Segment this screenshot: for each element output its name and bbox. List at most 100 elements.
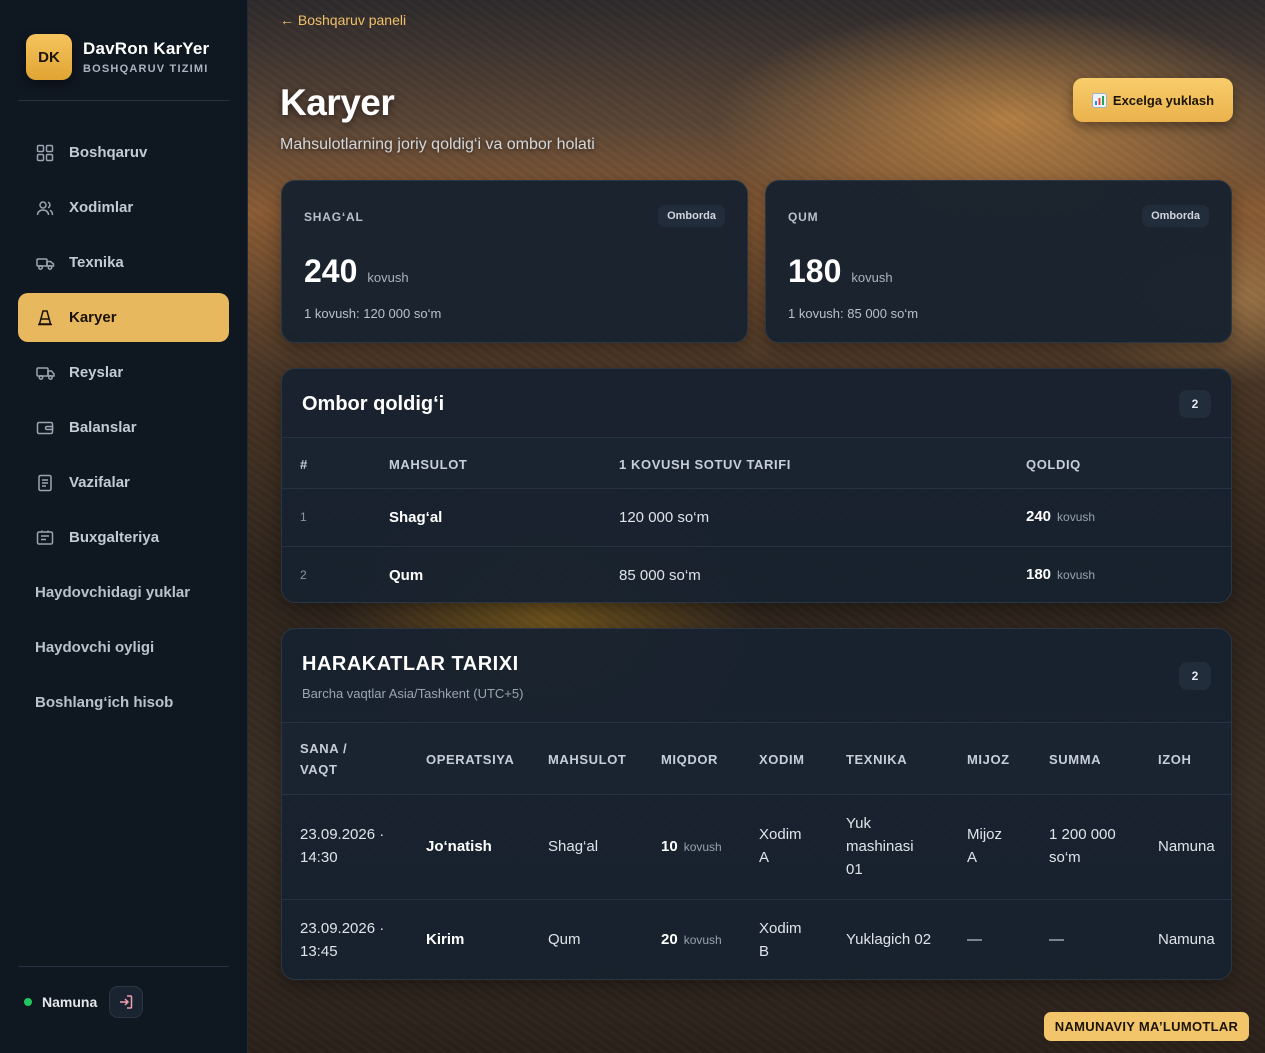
sidebar-item-boshlangich-hisob[interactable]: Boshlang‘ich hisob <box>18 678 229 727</box>
column-header-date: SANA / VAQT <box>300 738 347 780</box>
sidebar-item-haydovchidagi-yuklar[interactable]: Haydovchidagi yuklar <box>18 568 229 617</box>
employee-line: A <box>759 849 770 866</box>
sum-line: so‘m <box>1049 849 1081 866</box>
row-price: 85 000 so‘m <box>619 567 701 584</box>
table-row: 23.09.2026 · 14:30 Jo‘natish Shag‘al 10 ko… <box>282 795 1231 900</box>
sidebar-item-vazifalar[interactable]: Vazifalar <box>18 458 229 507</box>
row-client: — <box>967 931 982 948</box>
employee-line: B <box>759 943 770 960</box>
employee-line: Xodim <box>759 826 802 843</box>
time-text: 14:30 <box>300 849 338 866</box>
sidebar-item-texnika[interactable]: Texnika <box>18 238 229 287</box>
row-note: Namuna <box>1158 931 1215 948</box>
logout-icon <box>118 994 134 1010</box>
history-table-header: SANA / VAQT OPERATSIYA MAHSULOT MIQDOR XO… <box>282 722 1231 795</box>
stat-badge: Omborda <box>658 205 725 227</box>
history-count-badge: 2 <box>1179 662 1211 690</box>
sidebar-item-label: Balanslar <box>69 419 137 436</box>
table-row: 1 Shag‘al 120 000 so‘m 240 kovush <box>282 489 1231 547</box>
row-datetime: 23.09.2026 · 14:30 <box>300 823 384 869</box>
row-product: Qum <box>389 567 424 584</box>
truck-icon <box>35 253 55 273</box>
history-subtitle: Barcha vaqtlar Asia/Tashkent (UTC+5) <box>302 686 524 701</box>
row-machine: Yuklagich 02 <box>846 931 932 948</box>
page-title: Karyer <box>280 82 395 123</box>
stat-badge: Omborda <box>1142 205 1209 227</box>
stat-unit: kovush <box>367 270 409 285</box>
sidebar-item-label: Boshlang‘ich hisob <box>35 694 174 711</box>
sidebar-item-balanslar[interactable]: Balanslar <box>18 403 229 452</box>
sidebar-item-label: Haydovchidagi yuklar <box>35 584 191 601</box>
export-excel-button[interactable]: Excelga yuklash <box>1073 78 1233 122</box>
stat-value-row: 240 kovush <box>304 253 409 290</box>
bar-chart-icon <box>1091 92 1107 108</box>
sidebar-item-boshqaruv[interactable]: Boshqaruv <box>18 128 229 177</box>
wallet-icon <box>35 418 55 438</box>
row-product: Qum <box>548 931 581 948</box>
time-text: 13:45 <box>300 943 338 960</box>
brand-subtitle: BOSHQARUV TIZIMI <box>83 63 209 75</box>
row-price: 120 000 so‘m <box>619 509 710 526</box>
sidebar-divider <box>18 966 229 967</box>
history-card: HARAKATLAR TARIXI Barcha vaqtlar Asia/Ta… <box>281 628 1232 980</box>
header-line: VAQT <box>300 762 338 777</box>
stock-count-badge: 2 <box>1179 390 1211 418</box>
employee-line: Xodim <box>759 920 802 937</box>
sidebar-item-label: Haydovchi oyligi <box>35 639 155 656</box>
demo-data-badge: NAMUNAVIY MA’LUMOTLAR <box>1044 1012 1249 1041</box>
user-name: Namuna <box>42 994 98 1010</box>
sidebar-item-haydovchi-oyligi[interactable]: Haydovchi oyligi <box>18 623 229 672</box>
sidebar-divider <box>18 100 229 101</box>
stat-price: 1 kovush: 120 000 so‘m <box>304 306 442 321</box>
truck-icon <box>35 363 55 383</box>
history-title: HARAKATLAR TARIXI <box>302 653 519 675</box>
column-header-employee: XODIM <box>759 752 805 767</box>
column-header-machine: TEXNIKA <box>846 752 908 767</box>
machine-line: Yuk <box>846 815 872 832</box>
stat-price: 1 kovush: 85 000 so‘m <box>788 306 919 321</box>
column-header-operation: OPERATSIYA <box>426 752 515 767</box>
sidebar-item-xodimlar[interactable]: Xodimlar <box>18 183 229 232</box>
brand-logo: DK <box>26 34 72 80</box>
logout-button[interactable] <box>109 986 144 1018</box>
brand[interactable]: DK DavRon KarYer BOSHQARUV TIZIMI <box>26 34 209 80</box>
row-operation: Kirim <box>426 931 465 948</box>
stat-card-qum: QUM Omborda 180 kovush 1 kovush: 85 000 s… <box>765 180 1232 343</box>
sidebar-item-buxgalteriya[interactable]: Buxgalteriya <box>18 513 229 562</box>
machine-line: 01 <box>846 861 863 878</box>
row-sum: 1 200 000 so‘m <box>1049 823 1116 869</box>
stat-value: 240 <box>304 253 358 289</box>
sidebar-item-reyslar[interactable]: Reyslar <box>18 348 229 397</box>
qty-value: 180 <box>1026 566 1052 583</box>
row-product: Shag‘al <box>548 838 599 855</box>
sidebar-item-label: Karyer <box>69 309 117 326</box>
row-sum: — <box>1049 931 1064 948</box>
page-subtitle: Mahsulotlarning joriy qoldig‘i va ombor … <box>280 136 595 153</box>
sidebar-item-label: Reyslar <box>69 364 124 381</box>
column-header-number: # <box>300 457 308 472</box>
grid-icon <box>35 143 55 163</box>
row-employee: Xodim B <box>759 917 802 963</box>
qty-value: 240 <box>1026 508 1052 525</box>
date-text: 23.09.2026 · <box>300 920 385 937</box>
amount-unit: kovush <box>683 933 722 947</box>
row-client: Mijoz A <box>967 823 1002 869</box>
column-header-product: MAHSULOT <box>389 457 468 472</box>
sidebar-item-label: Buxgalteriya <box>69 529 160 546</box>
stock-title: Ombor qoldig‘i <box>302 393 445 415</box>
document-icon <box>35 473 55 493</box>
sidebar-item-label: Xodimlar <box>69 199 134 216</box>
stat-label: QUM <box>788 210 819 224</box>
back-link[interactable]: ← Boshqaruv paneli <box>280 12 406 28</box>
stat-unit: kovush <box>851 270 893 285</box>
date-text: 23.09.2026 · <box>300 826 385 843</box>
sidebar-item-label: Texnika <box>69 254 124 271</box>
sidebar-nav: Boshqaruv Xodimlar Texnika Karyer Reysla… <box>18 128 229 733</box>
user-panel: Namuna <box>24 986 144 1018</box>
stat-label: SHAG‘AL <box>304 210 364 224</box>
table-row: 2 Qum 85 000 so‘m 180 kovush <box>282 547 1231 602</box>
brand-name: DavRon KarYer <box>83 39 210 58</box>
sidebar-item-karyer[interactable]: Karyer <box>18 293 229 342</box>
column-header-product: MAHSULOT <box>548 752 627 767</box>
client-line: Mijoz <box>967 826 1003 843</box>
